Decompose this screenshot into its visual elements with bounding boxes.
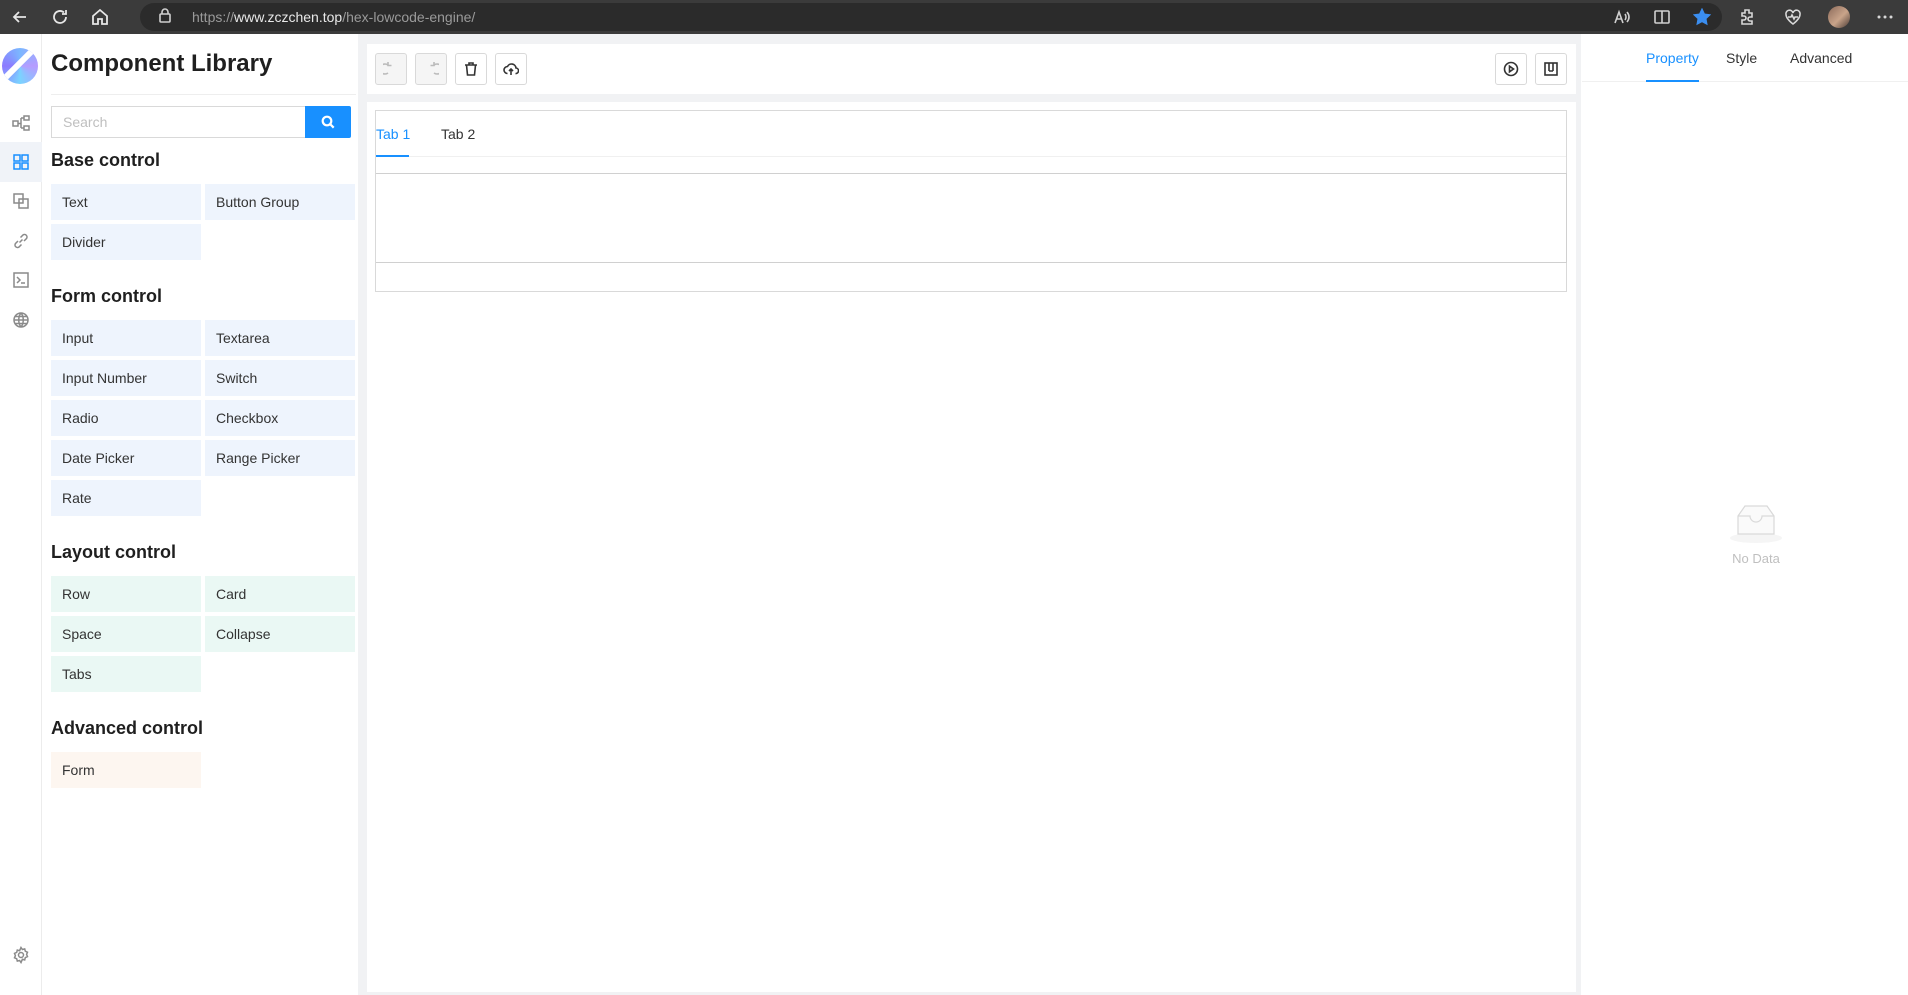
- delete-button[interactable]: [455, 53, 487, 85]
- search-button[interactable]: [305, 106, 351, 138]
- editor-toolbar: [367, 44, 1576, 94]
- group-title-form: Form control: [51, 286, 162, 306]
- profile-avatar[interactable]: [1816, 6, 1862, 28]
- upload-button[interactable]: [495, 53, 527, 85]
- tab-advanced[interactable]: Advanced: [1790, 50, 1852, 66]
- link-icon[interactable]: [0, 221, 42, 261]
- component-search: [51, 106, 355, 138]
- cloud-upload-icon: [503, 63, 519, 75]
- component-card[interactable]: Card: [205, 576, 355, 612]
- component-input-number[interactable]: Input Number: [51, 360, 201, 396]
- tabs-nav: Tab 1 Tab 2: [376, 111, 1566, 157]
- component-range-picker[interactable]: Range Picker: [205, 440, 355, 476]
- component-divider[interactable]: Divider: [51, 224, 201, 260]
- advanced-control-grid: Form: [51, 752, 356, 788]
- more-options-icon[interactable]: [1862, 8, 1908, 26]
- split-screen-icon[interactable]: [1642, 8, 1682, 26]
- component-form[interactable]: Form: [51, 752, 201, 788]
- empty-state: No Data: [1716, 500, 1796, 566]
- component-input[interactable]: Input: [51, 320, 201, 356]
- group-title-advanced: Advanced control: [51, 718, 204, 738]
- reload-icon[interactable]: [40, 0, 80, 34]
- search-input[interactable]: [51, 106, 305, 138]
- base-control-grid: Text Button Group Divider: [51, 184, 356, 260]
- active-tab-indicator: [1646, 80, 1699, 82]
- back-icon[interactable]: [0, 0, 40, 34]
- design-stage[interactable]: Tab 1 Tab 2: [367, 102, 1576, 992]
- properties-panel: Property Style Advanced No Data: [1582, 34, 1908, 995]
- favorite-star-icon[interactable]: [1682, 8, 1722, 26]
- play-circle-icon: [1503, 61, 1519, 77]
- tab-1[interactable]: Tab 1: [376, 126, 410, 142]
- empty-text: No Data: [1732, 551, 1780, 566]
- component-rate[interactable]: Rate: [51, 480, 201, 516]
- redo-icon: [430, 62, 439, 75]
- component-checkbox[interactable]: Checkbox: [205, 400, 355, 436]
- component-space[interactable]: Space: [51, 616, 201, 652]
- app-logo: [2, 48, 38, 84]
- preview-button[interactable]: [1495, 53, 1527, 85]
- side-icon-bar: [0, 34, 42, 995]
- component-button-group[interactable]: Button Group: [205, 184, 355, 220]
- undo-button[interactable]: [375, 53, 407, 85]
- redo-button[interactable]: [415, 53, 447, 85]
- layers-icon[interactable]: [0, 181, 42, 221]
- globe-icon[interactable]: [0, 300, 42, 340]
- component-library-panel: Component Library Base control Text Butt…: [43, 34, 358, 995]
- component-switch[interactable]: Switch: [205, 360, 355, 396]
- tabs-component[interactable]: Tab 1 Tab 2: [375, 110, 1567, 292]
- panel-title: Component Library: [51, 50, 273, 77]
- extensions-icon[interactable]: [1724, 8, 1770, 26]
- lock-icon[interactable]: [158, 7, 172, 28]
- lowcode-app: Component Library Base control Text Butt…: [0, 34, 1908, 995]
- group-title-layout: Layout control: [51, 542, 176, 562]
- search-icon: [321, 115, 335, 129]
- url-text[interactable]: https://www.zczchen.top/hex-lowcode-engi…: [192, 9, 475, 25]
- read-aloud-icon[interactable]: [1602, 8, 1642, 26]
- settings-gear-icon[interactable]: [0, 935, 42, 975]
- layout-control-grid: Row Card Space Collapse Tabs: [51, 576, 356, 692]
- component-tabs[interactable]: Tabs: [51, 656, 201, 692]
- group-title-base: Base control: [51, 150, 161, 170]
- form-control-grid: Input Textarea Input Number Switch Radio…: [51, 320, 356, 516]
- tab-style[interactable]: Style: [1726, 50, 1757, 66]
- component-radio[interactable]: Radio: [51, 400, 201, 436]
- active-tab-indicator: [376, 155, 409, 157]
- divider: [51, 94, 356, 95]
- code-terminal-icon[interactable]: [0, 260, 42, 300]
- properties-tabs: Property Style Advanced: [1582, 34, 1908, 82]
- trash-icon: [465, 62, 477, 76]
- browser-essentials-icon[interactable]: [1770, 8, 1816, 26]
- tab-pane-dropzone[interactable]: [376, 173, 1567, 263]
- layout-icon: [1544, 62, 1558, 76]
- empty-inbox-icon: [1730, 505, 1782, 543]
- tab-property[interactable]: Property: [1646, 50, 1699, 66]
- address-bar[interactable]: https://www.zczchen.top/hex-lowcode-engi…: [140, 3, 1722, 31]
- tab-2[interactable]: Tab 2: [441, 126, 475, 142]
- component-textarea[interactable]: Textarea: [205, 320, 355, 356]
- component-grid-icon[interactable]: [0, 142, 42, 182]
- undo-icon: [383, 62, 392, 75]
- browser-toolbar: https://www.zczchen.top/hex-lowcode-engi…: [0, 0, 1908, 34]
- component-date-picker[interactable]: Date Picker: [51, 440, 201, 476]
- code-view-button[interactable]: [1535, 53, 1567, 85]
- component-text[interactable]: Text: [51, 184, 201, 220]
- component-row[interactable]: Row: [51, 576, 201, 612]
- outline-tree-icon[interactable]: [0, 103, 42, 143]
- component-collapse[interactable]: Collapse: [205, 616, 355, 652]
- home-icon[interactable]: [80, 0, 120, 34]
